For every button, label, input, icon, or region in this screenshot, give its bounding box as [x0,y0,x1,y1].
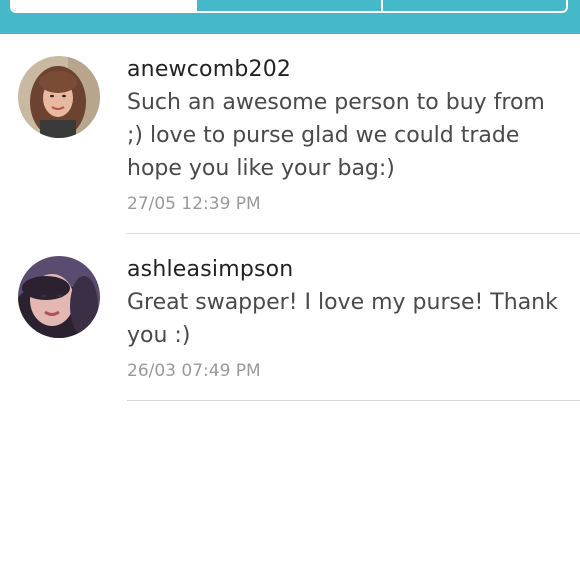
review-timestamp: 27/05 12:39 PM [127,194,261,214]
review-timestamp: 26/03 07:49 PM [127,361,261,381]
divider [127,400,580,401]
tab-1[interactable] [12,0,198,11]
reviews-list: anewcomb202 Such an awesome person to bu… [0,34,580,401]
tab-2[interactable] [197,0,383,11]
list-item: ashleasimpson Great swapper! I love my p… [0,234,580,401]
review-comment: Such an awesome person to buy from ;) lo… [127,90,545,181]
review-comment: Great swapper! I love my purse! Thank yo… [127,290,558,348]
avatar[interactable] [18,256,100,338]
avatar[interactable] [18,56,100,138]
list-item: anewcomb202 Such an awesome person to bu… [0,34,580,234]
user-photo-icon [18,56,100,138]
review-username[interactable]: ashleasimpson [127,254,560,286]
user-photo-icon [18,256,100,338]
review-username[interactable]: anewcomb202 [127,54,560,86]
tab-3[interactable] [383,0,566,11]
top-tab-bar [0,0,580,34]
segmented-control [10,0,568,13]
